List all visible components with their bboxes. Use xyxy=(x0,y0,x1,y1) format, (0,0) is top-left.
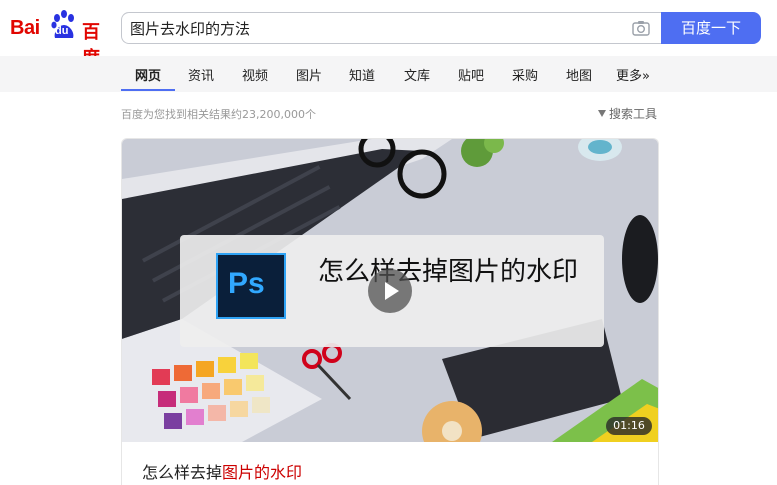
top-bar: Bai du 百度 百度一下 xyxy=(0,0,777,69)
baidu-logo[interactable]: Bai du 百度 xyxy=(10,9,114,69)
video-duration: 01:16 xyxy=(606,417,652,435)
tab-wenku[interactable]: 文库 xyxy=(404,65,430,84)
tab-video[interactable]: 视频 xyxy=(242,65,268,84)
search-input[interactable] xyxy=(130,18,620,38)
tab-zhidao[interactable]: 知道 xyxy=(349,65,375,84)
active-tab-indicator xyxy=(121,89,175,91)
play-icon[interactable] xyxy=(368,269,412,313)
tab-map[interactable]: 地图 xyxy=(566,65,592,84)
tab-more[interactable]: 更多» xyxy=(616,65,650,84)
logo-du: du xyxy=(55,25,69,37)
search-tools-button[interactable]: 搜索工具 xyxy=(598,105,657,122)
funnel-icon xyxy=(598,110,606,117)
tab-news[interactable]: 资讯 xyxy=(188,65,214,84)
video-result-card: Ps 怎么样去掉图片的水印 01:16 怎么样去掉图片的水印 xyxy=(121,138,659,485)
result-count: 百度为您找到相关结果约23,200,000个 xyxy=(121,108,316,121)
search-tools-label: 搜索工具 xyxy=(609,107,658,121)
tab-tieba[interactable]: 贴吧 xyxy=(458,65,484,84)
tab-images[interactable]: 图片 xyxy=(296,65,322,84)
title-prefix: 怎么样去掉 xyxy=(142,463,223,482)
camera-icon[interactable] xyxy=(632,20,650,36)
search-box xyxy=(121,12,661,44)
tab-web[interactable]: 网页 xyxy=(135,65,161,84)
photoshop-label: Ps xyxy=(228,267,265,300)
logo-latin: Bai xyxy=(10,17,40,39)
video-result-title[interactable]: 怎么样去掉图片的水印 xyxy=(142,459,302,483)
photoshop-icon: Ps xyxy=(216,253,286,319)
tab-purchase[interactable]: 采购 xyxy=(512,65,538,84)
overlay-title: 怎么样去掉图片的水印 xyxy=(318,257,579,287)
video-thumbnail[interactable]: Ps 怎么样去掉图片的水印 01:16 xyxy=(122,139,658,442)
search-tabs: 网页 资讯 视频 图片 知道 文库 贴吧 采购 地图 更多» xyxy=(0,56,777,92)
title-highlight: 图片的水印 xyxy=(222,463,303,482)
search-button[interactable]: 百度一下 xyxy=(661,12,761,44)
